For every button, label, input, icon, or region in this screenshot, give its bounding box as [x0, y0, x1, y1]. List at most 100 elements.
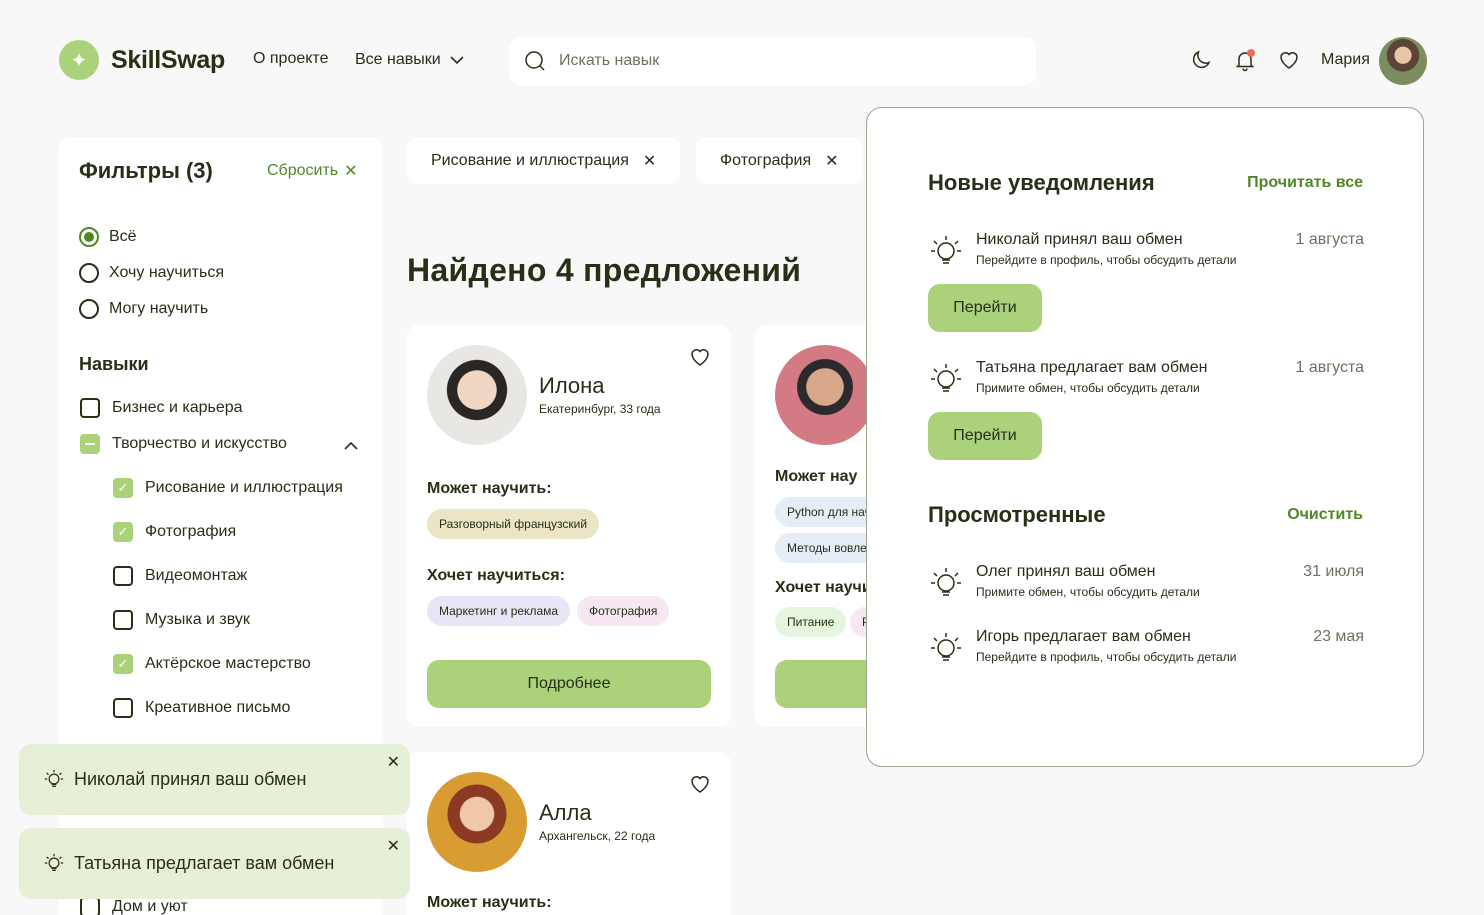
results-title: Найдено 4 предложений: [407, 252, 802, 288]
notification-subtitle: Примите обмен, чтобы обсудить детали: [976, 381, 1200, 395]
heart-icon[interactable]: [1277, 48, 1301, 72]
checkbox-label: Бизнес и карьера: [112, 399, 243, 416]
offer-card: Алла Архангельск, 22 года Может научить:: [407, 752, 731, 915]
reset-filters-button[interactable]: Сбросить ✕: [267, 161, 358, 181]
user-name[interactable]: Мария: [1321, 51, 1370, 69]
notification-title: Олег принял ваш обмен: [976, 563, 1156, 580]
radio-label: Могу научить: [109, 300, 209, 317]
notification-item[interactable]: Игорь предлагает вам обмен Перейдите в п…: [928, 628, 1364, 668]
notification-dot: [1247, 49, 1255, 57]
checkbox[interactable]: ✓: [113, 654, 133, 674]
checkbox-label: Музыка и звук: [145, 611, 250, 628]
card-name: Алла: [539, 800, 592, 825]
notification-subtitle: Перейдите в профиль, чтобы обсудить дета…: [976, 650, 1237, 664]
category-home[interactable]: Дом и уют: [80, 897, 188, 915]
toast-text: Николай принял ваш обмен: [74, 769, 307, 789]
nav-all-skills-label: Все навыки: [355, 51, 441, 68]
close-icon[interactable]: ✕: [387, 836, 400, 856]
heart-icon[interactable]: [688, 772, 712, 796]
subskill-acting[interactable]: ✓ Актёрское мастерство: [113, 654, 311, 674]
checkbox[interactable]: [113, 610, 133, 630]
subskill-writing[interactable]: Креативное письмо: [113, 698, 290, 718]
heart-icon[interactable]: [688, 345, 712, 369]
details-button[interactable]: Подробнее: [427, 660, 711, 708]
skill-tag: Методы вовле: [775, 533, 879, 563]
radio-all[interactable]: Всё: [79, 227, 137, 247]
avatar: [427, 772, 527, 872]
radio-button[interactable]: [79, 227, 99, 247]
notification-item[interactable]: Николай принял ваш обмен Перейдите в про…: [928, 231, 1364, 271]
notification-date: 1 августа: [1295, 359, 1364, 376]
close-icon[interactable]: ✕: [825, 151, 838, 171]
close-icon[interactable]: ✕: [387, 752, 400, 772]
checkbox-label: Видеомонтаж: [145, 567, 248, 584]
wants-label: Хочет научиться:: [427, 567, 565, 584]
notification-item[interactable]: Татьяна предлагает вам обмен Примите обм…: [928, 359, 1364, 399]
go-button[interactable]: Перейти: [928, 412, 1042, 460]
radio-button[interactable]: [79, 299, 99, 319]
checkbox[interactable]: [113, 566, 133, 586]
chevron-up-icon[interactable]: [342, 437, 360, 455]
skill-tag: Фотография: [577, 596, 670, 626]
can-teach-label: Может нау: [775, 468, 858, 485]
card-meta: Екатеринбург, 33 года: [539, 402, 661, 416]
lightbulb-icon: [44, 769, 64, 787]
category-creativity[interactable]: Творчество и искусство: [80, 434, 287, 454]
notification-subtitle: Примите обмен, чтобы обсудить детали: [976, 585, 1200, 599]
checkbox-label: Дом и уют: [112, 898, 188, 915]
search-input[interactable]: [559, 52, 999, 70]
subskill-video[interactable]: Видеомонтаж: [113, 566, 247, 586]
subskill-drawing[interactable]: ✓ Рисование и иллюстрация: [113, 478, 343, 498]
skill-tag: Разговорный французский: [427, 509, 600, 539]
clear-link[interactable]: Очистить: [1287, 506, 1363, 524]
subskill-photo[interactable]: ✓ Фотография: [113, 522, 236, 542]
chip-label: Фотография: [720, 151, 812, 169]
notification-item[interactable]: Олег принял ваш обмен Примите обмен, что…: [928, 563, 1364, 603]
filters-title: Фильтры (3): [79, 158, 213, 183]
skills-title: Навыки: [79, 354, 149, 374]
lightbulb-icon: [931, 633, 961, 661]
bell-icon[interactable]: [1233, 48, 1257, 72]
wants-label: Хочет научи: [775, 579, 872, 596]
skill-tag: Питание: [775, 607, 847, 637]
new-notifications-title: Новые уведомления: [928, 170, 1155, 195]
checkbox[interactable]: [113, 698, 133, 718]
moon-icon[interactable]: [1189, 48, 1213, 72]
notification-date: 31 июля: [1303, 563, 1364, 580]
notification-title: Татьяна предлагает вам обмен: [976, 359, 1208, 376]
sparkle-icon: ✦: [59, 40, 99, 80]
go-button[interactable]: Перейти: [928, 284, 1042, 332]
can-teach-label: Может научить:: [427, 894, 552, 911]
lightbulb-icon: [931, 568, 961, 596]
notifications-panel: Новые уведомления Прочитать все Николай …: [866, 107, 1424, 767]
checkbox[interactable]: [80, 434, 100, 454]
radio-label: Хочу научиться: [109, 264, 224, 281]
logo-text: SkillSwap: [111, 45, 226, 74]
notification-title: Игорь предлагает вам обмен: [976, 628, 1191, 645]
lightbulb-icon: [931, 364, 961, 392]
radio-label: Всё: [109, 228, 137, 245]
logo[interactable]: ✦ SkillSwap: [59, 40, 225, 80]
filter-chip-photo: Фотография ✕: [696, 137, 863, 184]
card-name: Илона: [539, 373, 605, 398]
notification-date: 1 августа: [1295, 231, 1364, 248]
checkbox[interactable]: ✓: [113, 522, 133, 542]
read-all-link[interactable]: Прочитать все: [1247, 174, 1363, 192]
subskill-music[interactable]: Музыка и звук: [113, 610, 250, 630]
category-business[interactable]: Бизнес и карьера: [80, 398, 243, 418]
toast-notification: Татьяна предлагает вам обмен ✕: [19, 828, 410, 899]
avatar: [427, 345, 527, 445]
nav-all-skills-dropdown[interactable]: Все навыки: [355, 50, 467, 70]
radio-button[interactable]: [79, 263, 99, 283]
nav-about-link[interactable]: О проекте: [253, 50, 328, 68]
checkbox[interactable]: [80, 897, 100, 915]
checkbox[interactable]: [80, 398, 100, 418]
radio-want-learn[interactable]: Хочу научиться: [79, 263, 224, 283]
radio-can-teach[interactable]: Могу научить: [79, 299, 208, 319]
checkbox[interactable]: ✓: [113, 478, 133, 498]
close-icon[interactable]: ✕: [643, 151, 656, 171]
reset-label: Сбросить: [267, 162, 339, 179]
offer-card: Илона Екатеринбург, 33 года Может научит…: [407, 325, 731, 727]
avatar[interactable]: [1379, 37, 1427, 85]
search-bar: [509, 37, 1036, 85]
